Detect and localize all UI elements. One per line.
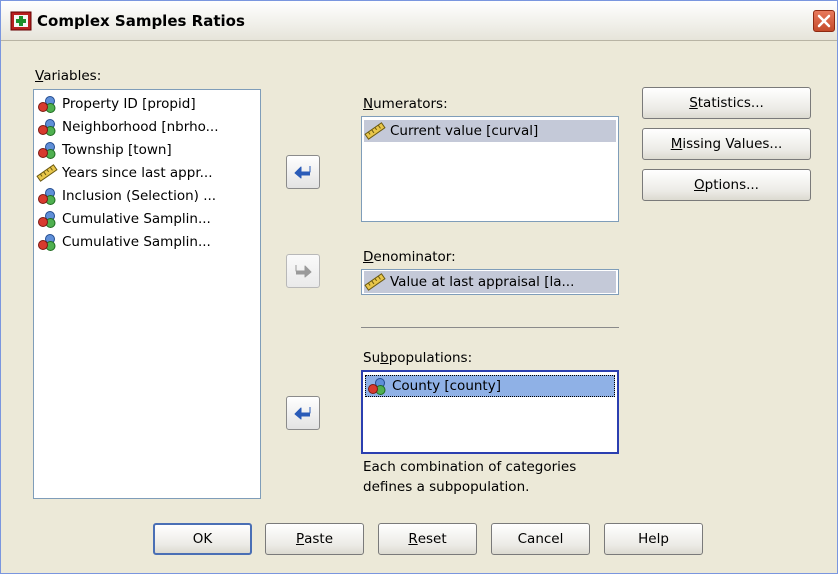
variable-item-label: Inclusion (Selection) ... (62, 188, 217, 204)
variable-item[interactable]: Township [town] (36, 139, 258, 161)
close-icon (817, 14, 831, 28)
variable-item-label: Property ID [propid] (62, 96, 196, 112)
help-button[interactable]: Help (604, 523, 703, 555)
nominal-icon (368, 378, 386, 395)
denominator-value: Value at last appraisal [la... (390, 274, 575, 290)
numerators-list[interactable]: Current value [curval] (361, 116, 619, 222)
dialog-window: Complex Samples Ratios Variables: Proper… (0, 0, 838, 574)
variable-item-label: Years since last appr... (62, 165, 213, 181)
nominal-icon (38, 234, 56, 251)
cancel-button[interactable]: Cancel (491, 523, 590, 555)
variables-label: Variables: (35, 68, 102, 84)
separator (361, 327, 619, 328)
variable-item[interactable]: Cumulative Samplin... (36, 231, 258, 253)
subpopulation-item-label: County [county] (392, 378, 501, 394)
close-button[interactable] (813, 10, 835, 32)
variable-item[interactable]: Neighborhood [nbrho... (36, 116, 258, 138)
denominator-field[interactable]: Value at last appraisal [la... (361, 269, 619, 295)
variable-item[interactable]: Inclusion (Selection) ... (36, 185, 258, 207)
move-to-numerators-button[interactable] (286, 155, 320, 189)
arrow-left-icon (294, 166, 311, 179)
scale-icon (36, 164, 58, 182)
statistics-button[interactable]: Statistics... (642, 87, 811, 119)
title-bar[interactable]: Complex Samples Ratios (1, 1, 837, 41)
variable-item-label: Township [town] (62, 142, 172, 158)
variable-item[interactable]: Property ID [propid] (36, 93, 258, 115)
subpopulations-list[interactable]: County [county] (361, 370, 619, 454)
note-line-1: Each combination of categories (363, 459, 577, 475)
window-title: Complex Samples Ratios (37, 12, 245, 30)
variables-list[interactable]: Property ID [propid] Neighborhood [nbrho.… (33, 89, 261, 499)
denominator-label: Denominator: (363, 249, 456, 265)
nominal-icon (38, 211, 56, 228)
variable-item-label: Cumulative Samplin... (62, 211, 211, 227)
ok-button[interactable]: OK (153, 523, 252, 555)
variable-item[interactable]: Years since last appr... (36, 162, 258, 184)
options-button[interactable]: Options... (642, 169, 811, 201)
scale-icon (364, 273, 386, 291)
move-to-subpopulations-button[interactable] (286, 396, 320, 430)
variable-item-label: Neighborhood [nbrho... (62, 119, 219, 135)
paste-button[interactable]: Paste (265, 523, 364, 555)
reset-button[interactable]: Reset (378, 523, 477, 555)
nominal-icon (38, 188, 56, 205)
denominator-item[interactable]: Value at last appraisal [la... (364, 271, 616, 293)
nominal-icon (38, 96, 56, 113)
note-line-2: defines a subpopulation. (363, 479, 530, 495)
numerators-label: Numerators: (363, 96, 448, 112)
variable-item[interactable]: Cumulative Samplin... (36, 208, 258, 230)
nominal-icon (38, 119, 56, 136)
subpopulation-item[interactable]: County [county] (365, 375, 615, 397)
numerator-item[interactable]: Current value [curval] (364, 120, 616, 142)
arrow-left-icon (294, 407, 311, 420)
arrow-right-icon (295, 265, 312, 278)
scale-icon (364, 122, 386, 140)
subpopulations-label: Subpopulations: (363, 350, 473, 366)
missing-values-button[interactable]: Missing Values... (642, 128, 811, 160)
move-to-denominator-button[interactable] (286, 254, 320, 288)
variable-item-label: Cumulative Samplin... (62, 234, 211, 250)
nominal-icon (38, 142, 56, 159)
subpopulation-note: Each combination of categories defines a… (363, 457, 576, 497)
app-icon (10, 11, 32, 31)
numerator-item-label: Current value [curval] (390, 123, 539, 139)
